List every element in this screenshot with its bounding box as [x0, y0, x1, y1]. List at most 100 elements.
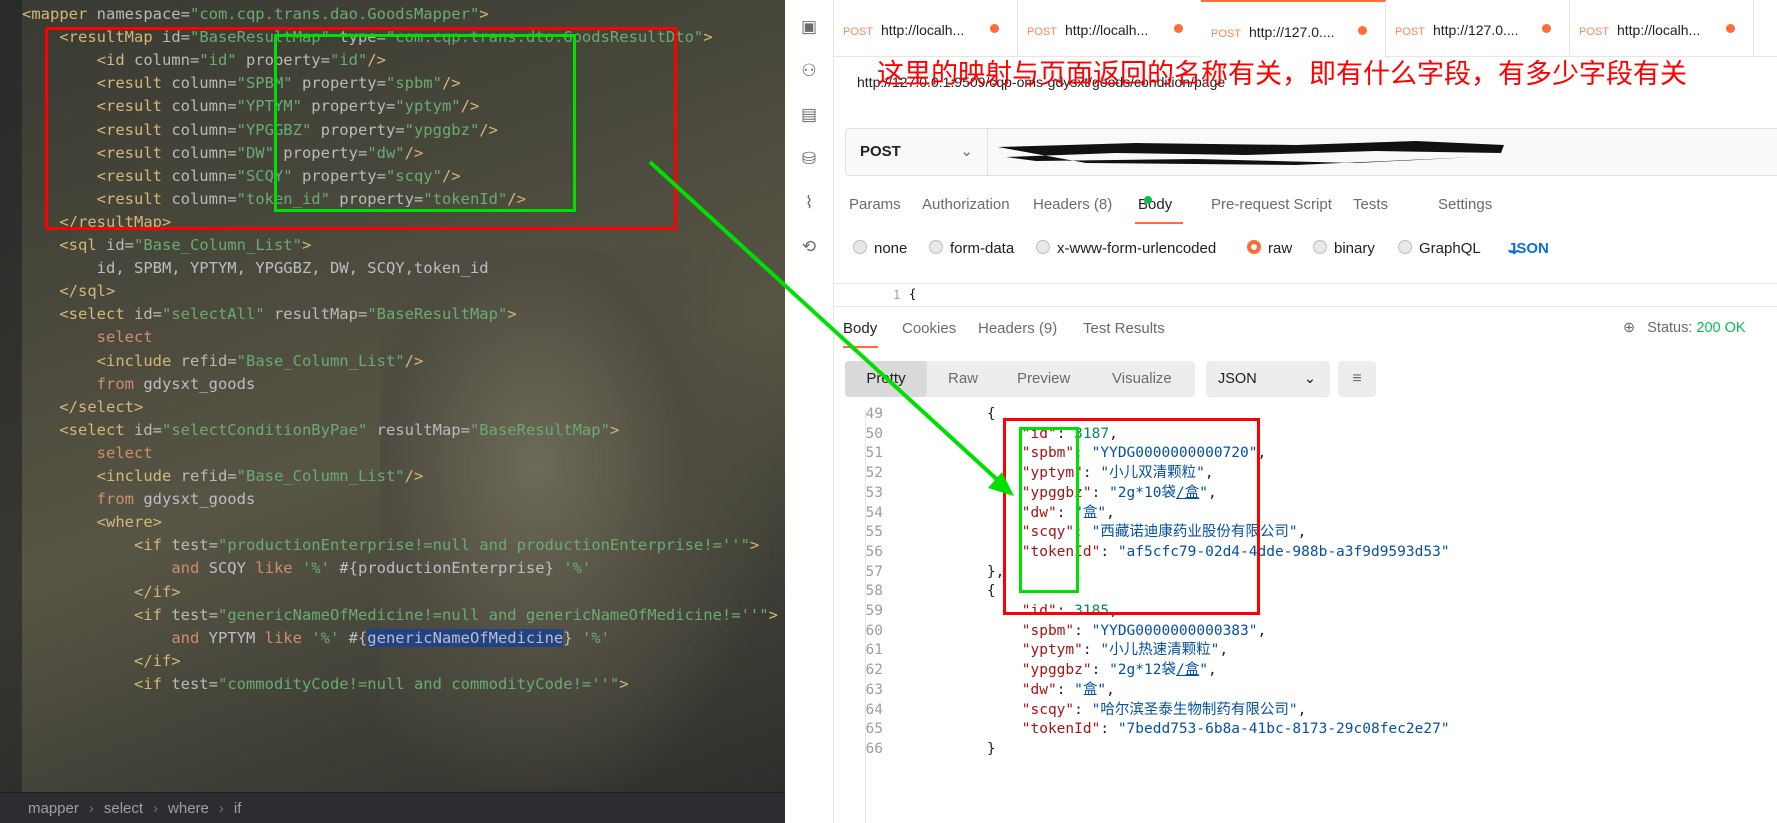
radio-none[interactable]: none — [853, 240, 907, 257]
tab-authorization[interactable]: Authorization — [922, 196, 1010, 213]
breadcrumb-item-if[interactable]: if — [234, 793, 242, 823]
collections-icon[interactable]: ▣ — [800, 18, 818, 36]
radio-graphql[interactable]: GraphQL — [1398, 240, 1481, 257]
view-raw[interactable]: Raw — [948, 361, 978, 397]
tab-headers[interactable]: Headers (8) — [1033, 196, 1112, 213]
code-line[interactable]: select — [22, 440, 153, 466]
breadcrumb-separator-icon: › — [153, 800, 159, 817]
breadcrumb-item-mapper[interactable]: mapper — [0, 793, 79, 823]
json-token: , — [1106, 681, 1115, 698]
tab-method: POST — [1027, 26, 1057, 38]
code-line[interactable]: <include refid="Base_Column_List"/> — [22, 348, 424, 374]
radio-x-www-form-urlencoded[interactable]: x-www-form-urlencoded — [1036, 240, 1216, 257]
code-line[interactable]: </if> — [22, 648, 181, 674]
code-line[interactable]: from gdysxt_goods — [22, 371, 256, 397]
response-format-dropdown[interactable]: JSON ⌄ — [1206, 361, 1330, 397]
radio-label: none — [874, 240, 908, 257]
json-text: "yptym": "小儿热速清颗粒", — [917, 639, 1228, 661]
tab-params[interactable]: Params — [849, 196, 901, 213]
tab-url: http://localh... — [880, 22, 965, 38]
code-token: <if — [133, 536, 172, 555]
code-line[interactable]: <sql id="Base_Column_List"> — [22, 232, 311, 258]
code-token: genericNameOfMedicine — [367, 628, 564, 647]
method-select[interactable]: POST ⌄ — [846, 129, 988, 175]
code-token: <include — [96, 351, 181, 370]
code-line[interactable]: <select id="selectConditionByPae" result… — [22, 417, 619, 443]
request-tab[interactable]: POST http://localh... — [1017, 0, 1202, 56]
response-tab-cookies[interactable]: Cookies — [902, 320, 956, 337]
code-token: > — [703, 28, 713, 47]
radio-icon — [853, 240, 867, 254]
radio-raw[interactable]: raw — [1247, 240, 1292, 257]
code-token: > — [749, 536, 760, 555]
code-line[interactable]: <where> — [22, 509, 162, 535]
code-token: "Base_Column_List" — [236, 467, 405, 485]
line-number: 54 — [865, 504, 883, 521]
code-line[interactable]: <mapper namespace="com.cqp.trans.dao.Goo… — [22, 1, 489, 27]
mock-servers-icon[interactable]: ⛁ — [800, 150, 818, 168]
code-line[interactable]: and SCQY like '%' #{productionEnterprise… — [22, 555, 591, 581]
tab-tests[interactable]: Tests — [1353, 196, 1388, 213]
radio-binary[interactable]: binary — [1313, 240, 1375, 257]
tab-pre-request-script[interactable]: Pre-request Script — [1211, 196, 1332, 213]
json-token: : — [1056, 681, 1075, 698]
tab-url: http://127.0.... — [1248, 24, 1335, 40]
body-tab-underline — [1135, 222, 1183, 224]
history-icon[interactable]: ⟲ — [800, 238, 818, 256]
response-body[interactable]: 49 {50 "id": 3187, 51 "spbm": "YYDG000000… — [833, 406, 1777, 823]
code-line[interactable]: </if> — [22, 579, 181, 605]
response-tab-test-results[interactable]: Test Results — [1083, 320, 1165, 337]
code-line[interactable]: id, SPBM, YPTYM, YPGGBZ, DW, SCQY,token_… — [22, 255, 489, 281]
json-token: "YYDG0000000000383" — [1091, 622, 1258, 639]
code-line[interactable]: select — [22, 324, 153, 350]
request-body-editor[interactable]: 1{ — [833, 283, 1777, 307]
code-line[interactable]: and YPTYM like '%' #{genericNameOfMedici… — [22, 625, 610, 651]
tab-method: POST — [1579, 26, 1609, 38]
request-tab-active[interactable]: POST http://127.0.... — [1201, 0, 1386, 58]
json-text: "spbm": "YYDG0000000000383", — [917, 620, 1266, 642]
code-line[interactable]: <if test="productionEnterprise!=null and… — [22, 532, 759, 558]
code-token: > — [609, 420, 620, 439]
wrap-lines-icon[interactable]: ≡ — [1338, 361, 1376, 397]
unsaved-dot-icon — [1726, 24, 1735, 33]
line-number: 50 — [865, 425, 883, 442]
breadcrumb-item-select[interactable]: select — [104, 793, 143, 823]
view-mode-bar: Pretty Raw Preview Visualize — [845, 361, 1195, 397]
code-line[interactable]: </select> — [22, 394, 143, 420]
response-tab-headers[interactable]: Headers (9) — [978, 320, 1057, 337]
code-line[interactable]: from gdysxt_goods — [22, 486, 256, 512]
code-line[interactable]: <include refid="Base_Column_List"/> — [22, 463, 424, 489]
breadcrumb-item-where[interactable]: where — [168, 793, 209, 823]
radio-form-data[interactable]: form-data — [929, 240, 1014, 257]
code-line[interactable]: <if test="genericNameOfMedicine!=null an… — [22, 602, 778, 628]
code-token: </sql> — [59, 282, 116, 301]
request-tab[interactable]: POST http://localh... — [833, 0, 1018, 56]
tab-settings[interactable]: Settings — [1438, 196, 1492, 213]
view-preview[interactable]: Preview — [1017, 361, 1070, 397]
line-number: 53 — [865, 484, 883, 501]
code-token: id= — [106, 236, 134, 254]
response-line: 60 "spbm": "YYDG0000000000383", — [833, 620, 1733, 642]
line-number: 57 — [865, 563, 883, 580]
chevron-down-icon: ⌄ — [960, 143, 973, 160]
json-text: "scqy": "哈尔滨圣泰生物制药有限公司", — [917, 699, 1307, 721]
code-line[interactable]: <select id="selectAll" resultMap="BaseRe… — [22, 301, 516, 327]
request-tab[interactable]: POST http://localh... — [1569, 0, 1754, 56]
globe-icon[interactable]: ⊕ — [1623, 320, 1635, 336]
code-token: gdysxt_goods — [133, 490, 256, 509]
apis-icon[interactable]: ⚇ — [800, 62, 818, 80]
monitors-icon[interactable]: ⌇ — [800, 194, 818, 212]
line-number: 64 — [865, 701, 883, 718]
view-pretty[interactable]: Pretty — [845, 361, 927, 397]
code-token: like — [255, 559, 293, 578]
response-tab-body[interactable]: Body — [843, 320, 877, 337]
environments-icon[interactable]: ▤ — [800, 106, 818, 124]
view-visualize[interactable]: Visualize — [1112, 361, 1172, 397]
code-token: #{productionEnterprise} — [329, 559, 564, 578]
request-tab[interactable]: POST http://127.0.... — [1385, 0, 1570, 56]
code-line[interactable]: <if test="commodityCode!=null and commod… — [22, 671, 629, 697]
chevron-down-icon: ⌄ — [1508, 241, 1521, 258]
breadcrumb-separator-icon: › — [218, 800, 224, 817]
code-line[interactable]: </sql> — [22, 278, 115, 304]
